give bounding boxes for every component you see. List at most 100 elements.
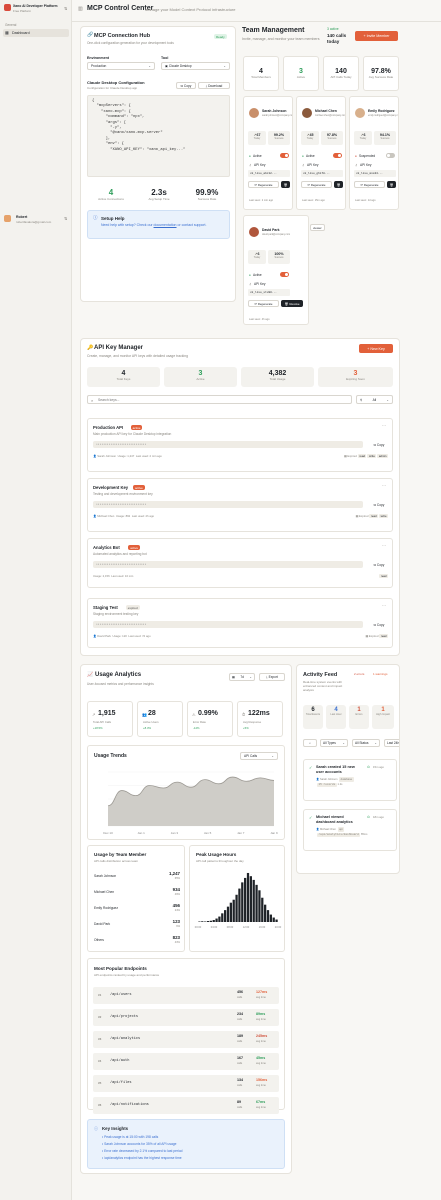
activity-title: Activity Feed (303, 672, 338, 678)
download-config-button[interactable]: ⤓ Download (198, 82, 230, 89)
endpoint-row[interactable]: #2 /api/projects 234 calls 89ms avg time (93, 1009, 279, 1026)
org-switch-icon[interactable]: ⇅ (64, 6, 67, 11)
status-dot-icon: ● (302, 154, 304, 158)
more-icon[interactable]: ⋯ (382, 483, 386, 488)
revoke-button[interactable]: 🗑 (281, 181, 290, 188)
stat-active-members: 3 Active (283, 56, 319, 91)
member-today-stat: ↗45 Today (301, 131, 319, 145)
member-status-toggle[interactable] (280, 153, 289, 158)
peak-usage-chart: 00:00 04:00 08:00 12:00 16:00 20:00 (195, 872, 282, 929)
member-today-stat: ↗6 Today (354, 131, 372, 145)
key-filter-select[interactable]: ⚲ All ⌄ (356, 395, 393, 404)
endpoint-latency: 245ms (256, 1034, 268, 1038)
x-tick-label: 08:00 (227, 925, 234, 929)
endpoint-row[interactable]: #5 /api/files 134 calls 156ms avg time (93, 1075, 279, 1092)
nav-dashboard[interactable]: ▦ Dashboard (3, 29, 69, 37)
usage-by-member-card: Usage by Team Member API calls distribut… (87, 845, 185, 952)
revoke-button[interactable]: 🗑 Revoke (281, 300, 303, 307)
peak-bar (275, 919, 278, 922)
masked-key[interactable]: •••••••••••••••••••••••••••• (93, 561, 363, 568)
regenerate-button[interactable]: ⟳ Regenerate (248, 181, 279, 188)
copy-config-button[interactable]: ⧉ Copy (176, 82, 196, 89)
invite-member-button[interactable]: + Invite Member (355, 31, 398, 41)
check-icon: ⊙ (367, 765, 370, 769)
type-filter[interactable]: All Types ⌄ (320, 739, 348, 747)
masked-key[interactable]: •••••••••••••••••••••••••••• (93, 501, 363, 508)
time-filter[interactable]: Last 24h (384, 739, 399, 747)
endpoint-latency: 67ms (256, 1100, 266, 1104)
peak-bar (201, 921, 204, 922)
copy-key-button[interactable]: ⧉ Copy (370, 441, 388, 448)
key-meta: Usage: 2,156 Last used: 10 min (93, 574, 134, 578)
regenerate-button[interactable]: ⟳ Regenerate (301, 181, 332, 188)
revoke-button[interactable]: 🗑 (387, 181, 396, 188)
sidebar-toggle-icon[interactable]: ▥ (78, 6, 83, 12)
mcp-connection-hub: 🔗 MCP Connection Hub Ready One-click con… (80, 26, 236, 302)
chevron-down-icon: ⌄ (223, 64, 226, 68)
tool-select[interactable]: ▣ Claude Desktop ⌄ (161, 62, 230, 70)
usage-trends-chart: Dec 10 Jan 1 Jan 3 Jan 5 Jan 7 Jan 9 (103, 771, 278, 835)
success-icon: ✓ (309, 815, 313, 820)
activity-event[interactable]: ✓ Michael viewed dashboard analytics ⊙ 1… (303, 809, 397, 851)
member-api-key[interactable]: xk_live_ghi78... (301, 170, 343, 177)
env-select[interactable]: Production ⌄ (87, 62, 155, 70)
event-meta: 👤 Sarah Johnson database 15 records 1.2s (316, 777, 354, 787)
config-code-block[interactable]: { "mcpServers": { "xano-mcp": { "command… (87, 95, 230, 177)
trash-icon: 🗑 (336, 182, 341, 187)
kpi-card: ⚠ 0.99% Error Rate -12% (187, 701, 233, 737)
new-key-button[interactable]: + New Key (359, 344, 393, 353)
member-email: sarah.johnson@company.com (262, 114, 292, 117)
member-status-toggle[interactable] (386, 153, 395, 158)
trend-area (108, 777, 274, 826)
member-api-key[interactable]: xk_live_stu90... (248, 289, 290, 296)
member-api-key[interactable]: xk_live_abc12... (248, 170, 290, 177)
search-input[interactable] (98, 397, 338, 403)
regenerate-button[interactable]: ⟳ Regenerate (354, 181, 385, 188)
info-icon: ⓘ (93, 215, 98, 220)
copy-key-button[interactable]: ⧉ Copy (370, 501, 388, 508)
copy-key-button[interactable]: ⧉ Copy (370, 621, 388, 628)
revoke-button[interactable]: 🗑 (334, 181, 343, 188)
endpoint-row[interactable]: #1 /api/users 456 calls 127ms avg time (93, 987, 279, 1004)
activity-event[interactable]: ✓ Sarah created 15 new user accounts ⊙ 1… (303, 759, 397, 801)
more-icon[interactable]: ⋯ (382, 423, 386, 428)
avg-time-label: avg time (256, 1040, 266, 1043)
masked-key[interactable]: •••••••••••••••••••••••••••• (93, 441, 363, 448)
x-tick-label: 20:00 (275, 925, 282, 929)
documentation-link[interactable]: documentation (154, 223, 177, 227)
endpoint-row[interactable]: #6 /api/notifications 89 calls 67ms avg … (93, 1097, 279, 1114)
regenerate-button[interactable]: ⟳ Regenerate (248, 300, 279, 307)
calls-label: calls (237, 996, 243, 999)
endpoint-row[interactable]: #3 /api/analytics 189 calls 245ms avg ti… (93, 1031, 279, 1048)
member-status-toggle[interactable] (280, 272, 289, 277)
member-usage-row: Michael Chen 934 49% (88, 886, 186, 900)
member-api-key[interactable]: xk_live_mno34... (354, 170, 396, 177)
org-name: Xano AI Developer Platform (13, 4, 58, 8)
masked-key[interactable]: •••••••••••••••••••••••••••• (93, 621, 363, 628)
avatar[interactable] (4, 215, 11, 222)
stat-active-keys: 3 Active (164, 367, 237, 387)
more-icon[interactable]: ⋯ (382, 603, 386, 608)
endpoint-row[interactable]: #4 /api/auth 167 calls 45ms avg time (93, 1053, 279, 1070)
member-status-toggle[interactable] (333, 153, 342, 158)
copy-key-button[interactable]: ⧉ Copy (370, 561, 388, 568)
metric-select[interactable]: API Calls ⌄ (240, 752, 278, 760)
range-select[interactable]: ▦ 7d ⌄ (229, 673, 255, 681)
user-name: Robert (16, 215, 28, 219)
export-button[interactable]: ⤓ Export (259, 673, 285, 681)
endpoint-calls: 89 (237, 1100, 241, 1104)
activity-search-button[interactable]: ⌕ (303, 739, 317, 747)
user-menu-icon[interactable]: ⇅ (64, 216, 67, 221)
activity-subtitle: Real-time system events with enhanced co… (303, 680, 343, 693)
api-key-label: API Key (254, 163, 266, 167)
expiry-label: Expired (359, 514, 369, 518)
endpoint-latency: 127ms (256, 990, 268, 994)
search-keys-field[interactable]: ⌕ (87, 395, 352, 404)
x-tick-label: 12:00 (243, 925, 250, 929)
member-status: Suspended (359, 154, 376, 158)
member-name: Emily Rodriguez (368, 109, 395, 113)
status-filter[interactable]: All Status ⌄ (352, 739, 380, 747)
more-icon[interactable]: ⋯ (382, 543, 386, 548)
peak-bar (209, 920, 212, 922)
sidebar: Xano AI Developer Platform Free Platform… (0, 0, 72, 1200)
